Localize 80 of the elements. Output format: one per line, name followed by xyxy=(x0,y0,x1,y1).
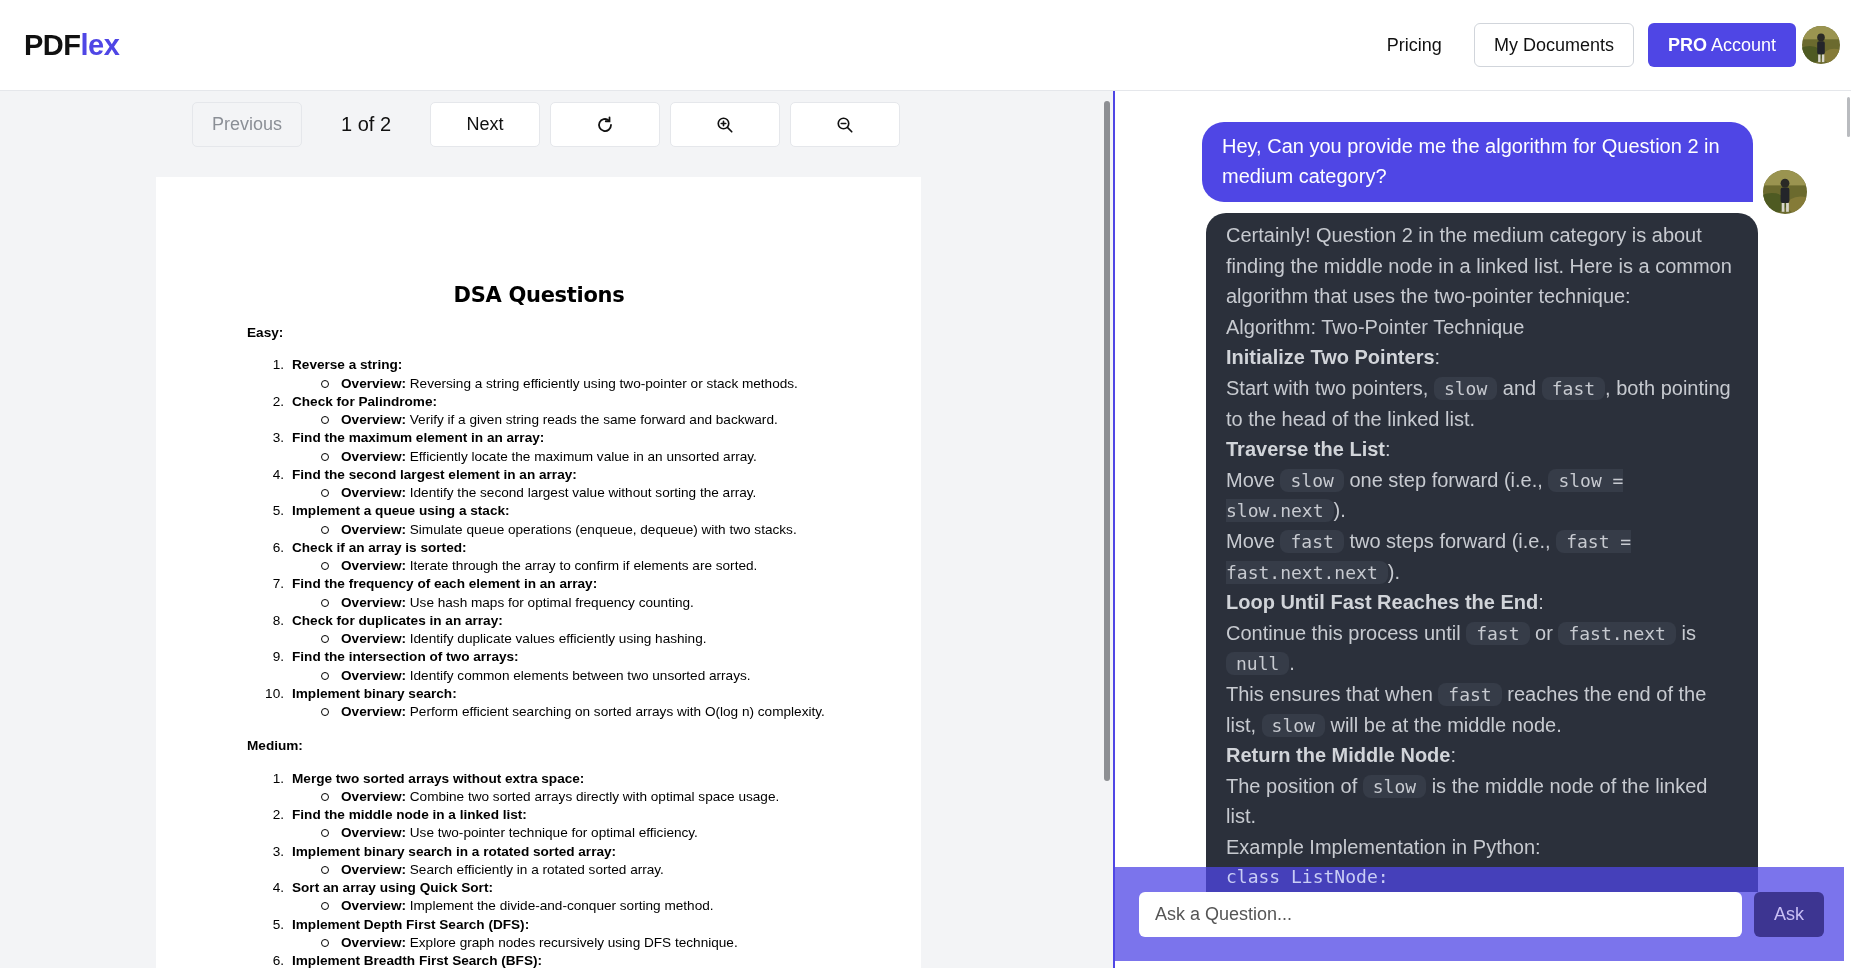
question-overview: Overview: Identify common elements between two unsorted arrays. xyxy=(341,666,751,685)
question-overview: Overview: Implement the divide-and-conquer sorting method. xyxy=(341,897,714,916)
question-overview: Overview: Identify duplicate values efficiently using hashing. xyxy=(341,630,707,648)
message-text: Example Implementation in Python: xyxy=(1226,834,1542,860)
user-message: Hey, Can you provide me the algorithm for Question 2 in medium category? xyxy=(1202,122,1753,202)
message-text: Initialize Two Pointers: xyxy=(1226,345,1442,371)
question-overview: Overview: Use hash maps for optimal frequency counting. xyxy=(341,593,694,612)
item-number: 9. xyxy=(271,648,285,667)
message-text: Traverse the List: xyxy=(1226,437,1392,463)
code-line: class ListNode: xyxy=(1226,865,1390,890)
question-title: Find the middle node in a linked list: xyxy=(292,806,527,824)
question-title: Check for Palindrome: xyxy=(292,392,438,411)
zoom-out-icon xyxy=(836,115,854,134)
ask-button[interactable]: Ask xyxy=(1754,891,1824,937)
message-text: This ensures that when fast reaches the end of the list, slow will be at the middle node. xyxy=(1226,681,1708,739)
question-title: Find the maximum element in an array: xyxy=(292,429,545,448)
section-heading: Medium: xyxy=(247,737,304,756)
upgrade-button[interactable]: PRO Account xyxy=(1647,23,1796,67)
question-title: Find the intersection of two arrays: xyxy=(292,648,519,667)
message-text: Move fast two steps forward (i.e., fast = fast.next.next ). xyxy=(1226,528,1633,586)
question-overview: Overview: Reversing a string efficiently using two-pointer or stack methods. xyxy=(341,374,798,393)
message-text: Certainly! Question 2 in the medium category is about finding the middle node in a linked list. Here is a common algorithm that uses the two-pointer technique: xyxy=(1226,223,1733,310)
nav-link[interactable]: Pricing xyxy=(1368,23,1460,67)
item-number: 2. xyxy=(271,392,285,411)
item-number: 5. xyxy=(271,502,285,521)
question-overview: Overview: Search efficiently in a rotated sorted array. xyxy=(341,860,664,879)
item-number: 10. xyxy=(264,684,285,703)
message-text: Continue this process until fast or fast.next is null . xyxy=(1226,620,1697,678)
message-text: The position of slow is the middle node of the linked list. xyxy=(1226,773,1709,830)
next-button[interactable]: Next xyxy=(430,102,540,147)
item-number: 3. xyxy=(271,429,285,448)
question-overview: Overview: Iterate through the array to confirm if elements are sorted. xyxy=(341,557,758,575)
question-overview: Overview: Perform efficient searching on sorted arrays with O(log n) complexity. xyxy=(341,703,825,721)
message-text: Algorithm: Two-Pointer Technique xyxy=(1226,314,1526,340)
question-title: Find the second largest element in an array: xyxy=(292,465,577,484)
question-title: Reverse a string: xyxy=(292,356,403,375)
question-title: Merge two sorted arrays without extra space: xyxy=(292,769,585,788)
item-number: 6. xyxy=(271,952,285,968)
message-text: Move slow one step forward (i.e., slow = slow.next ). xyxy=(1226,467,1625,525)
question-title: Implement binary search: xyxy=(292,684,457,703)
item-number: 1. xyxy=(271,769,285,788)
item-number: 3. xyxy=(271,842,285,861)
question-title: Implement Depth First Search (DFS): xyxy=(292,915,530,934)
item-number: 8. xyxy=(271,611,285,630)
logo[interactable]: PDFlex xyxy=(24,28,120,62)
message-text: Return the Middle Node: xyxy=(1226,743,1457,769)
zoom-in-button[interactable] xyxy=(670,102,780,147)
question-overview: Overview: Efficiently locate the maximum value in an unsorted array. xyxy=(341,447,757,466)
document-title: DSA Questions xyxy=(452,283,626,307)
refresh-icon xyxy=(596,115,614,134)
question-title: Check if an array is sorted: xyxy=(292,538,467,557)
nav-button[interactable]: My Documents xyxy=(1473,23,1634,67)
item-number: 4. xyxy=(271,879,285,897)
question-overview: Overview: Verify if a given string reads the same forward and backward. xyxy=(341,411,778,429)
zoom-in-icon xyxy=(716,115,734,134)
question-title: Implement Breadth First Search (BFS): xyxy=(292,952,543,968)
question-overview: Overview: Explore graph nodes recursively using DFS technique. xyxy=(341,933,738,952)
item-number: 7. xyxy=(271,575,285,594)
message-text: Start with two pointers, slow and fast , both pointing to the head of the linked list. xyxy=(1226,375,1732,432)
scrollbar[interactable] xyxy=(1847,97,1850,137)
refresh-button[interactable] xyxy=(550,102,660,147)
zoom-out-button[interactable] xyxy=(790,102,900,147)
section-heading: Easy: xyxy=(247,324,285,342)
question-overview: Overview: Use two-pointer technique for optimal efficiency. xyxy=(341,824,698,843)
item-number: 4. xyxy=(271,465,285,484)
page-indicator: 1 of 2 xyxy=(339,112,392,137)
item-number: 2. xyxy=(271,806,285,824)
question-input[interactable]: Ask a Question... xyxy=(1139,891,1742,937)
question-title: Find the frequency of each element in an array: xyxy=(292,575,598,594)
question-title: Check for duplicates in an array: xyxy=(292,611,503,630)
question-overview: Overview: Simulate queue operations (enqueue, dequeue) with two stacks. xyxy=(341,520,797,539)
question-overview: Overview: Combine two sorted arrays directly with optimal space usage. xyxy=(341,787,780,806)
item-number: 6. xyxy=(271,538,285,557)
message-text: Loop Until Fast Reaches the End: xyxy=(1226,590,1545,616)
item-number: 1. xyxy=(271,356,285,375)
question-overview: Overview: Identify the second largest value without sorting the array. xyxy=(341,484,757,502)
question-title: Sort an array using Quick Sort: xyxy=(292,879,493,897)
question-title: Implement binary search in a rotated sorted array: xyxy=(292,842,617,861)
item-number: 5. xyxy=(271,915,285,934)
question-title: Implement a queue using a stack: xyxy=(292,502,510,521)
